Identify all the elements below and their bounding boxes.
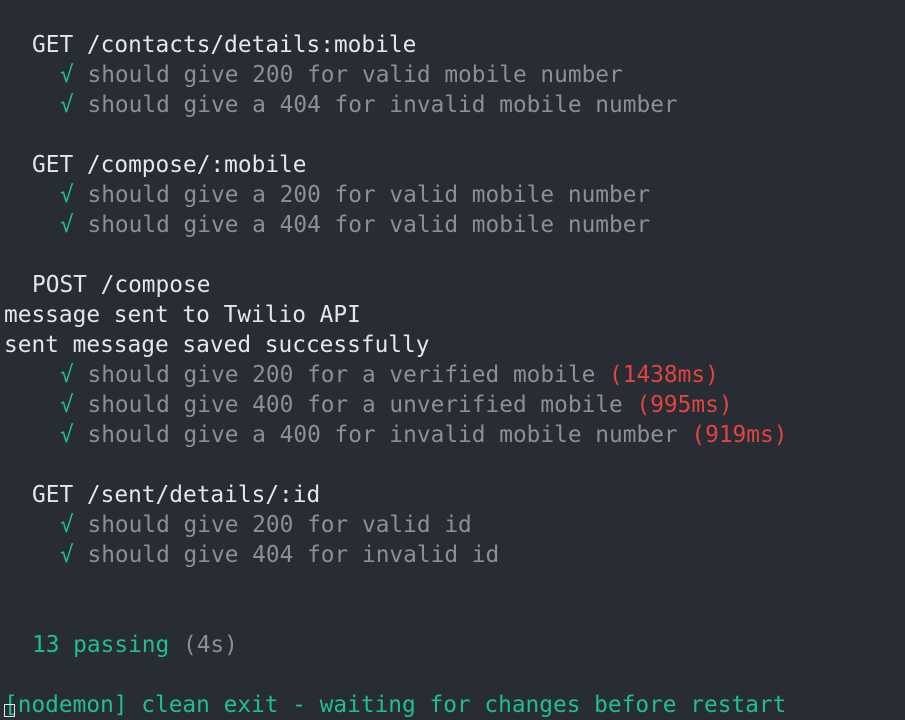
test-result: √ should give 200 for valid mobile numbe… bbox=[4, 60, 905, 90]
suite-title: GET /compose/:mobile bbox=[32, 152, 307, 178]
nodemon-status: [nodemon] clean exit - waiting for chang… bbox=[4, 692, 787, 718]
test-title: should give 404 for invalid id bbox=[87, 542, 500, 568]
suite-title: GET /sent/details/:id bbox=[32, 482, 321, 508]
test-duration: (995ms) bbox=[636, 392, 733, 418]
checkmark-icon: √ bbox=[60, 62, 74, 88]
suite-title: GET /contacts/details:mobile bbox=[32, 32, 417, 58]
console-log-line: sent message saved successfully bbox=[4, 332, 430, 358]
passing-count: 13 passing bbox=[32, 632, 170, 658]
test-result: √ should give 404 for invalid id bbox=[4, 540, 905, 570]
checkmark-icon: √ bbox=[60, 212, 74, 238]
console-log-line: message sent to Twilio API bbox=[4, 302, 361, 328]
terminal-window: GET /contacts/details:mobile √ should gi… bbox=[0, 0, 905, 718]
checkmark-icon: √ bbox=[60, 512, 74, 538]
test-result: √ should give 200 for a verified mobile … bbox=[4, 360, 905, 390]
test-title: should give a 400 for invalid mobile num… bbox=[87, 422, 678, 448]
test-duration: (919ms) bbox=[691, 422, 788, 448]
checkmark-icon: √ bbox=[60, 92, 74, 118]
passing-time: (4s) bbox=[182, 632, 238, 658]
test-result: √ should give a 400 for invalid mobile n… bbox=[4, 420, 905, 450]
test-result: √ should give a 404 for invalid mobile n… bbox=[4, 90, 905, 120]
test-result: √ should give 400 for a unverified mobil… bbox=[4, 390, 905, 420]
test-title: should give a 404 for valid mobile numbe… bbox=[87, 212, 651, 238]
test-title: should give 200 for a verified mobile bbox=[87, 362, 596, 388]
checkmark-icon: √ bbox=[60, 422, 74, 448]
checkmark-icon: √ bbox=[60, 392, 74, 418]
passing-summary: 13 passing (4s) bbox=[4, 630, 905, 660]
test-title: should give a 200 for valid mobile numbe… bbox=[87, 182, 651, 208]
test-title: should give 400 for a unverified mobile bbox=[87, 392, 623, 418]
checkmark-icon: √ bbox=[60, 542, 74, 568]
test-title: should give 200 for valid mobile number bbox=[87, 62, 623, 88]
checkmark-icon: √ bbox=[60, 182, 74, 208]
test-duration: (1438ms) bbox=[609, 362, 719, 388]
terminal-cursor[interactable] bbox=[4, 704, 15, 717]
test-result: √ should give 200 for valid id bbox=[4, 510, 905, 540]
checkmark-icon: √ bbox=[60, 362, 74, 388]
test-result: √ should give a 404 for valid mobile num… bbox=[4, 210, 905, 240]
suite-title: POST /compose bbox=[32, 272, 211, 298]
test-title: should give a 404 for invalid mobile num… bbox=[87, 92, 678, 118]
test-result: √ should give a 200 for valid mobile num… bbox=[4, 180, 905, 210]
test-title: should give 200 for valid id bbox=[87, 512, 472, 538]
